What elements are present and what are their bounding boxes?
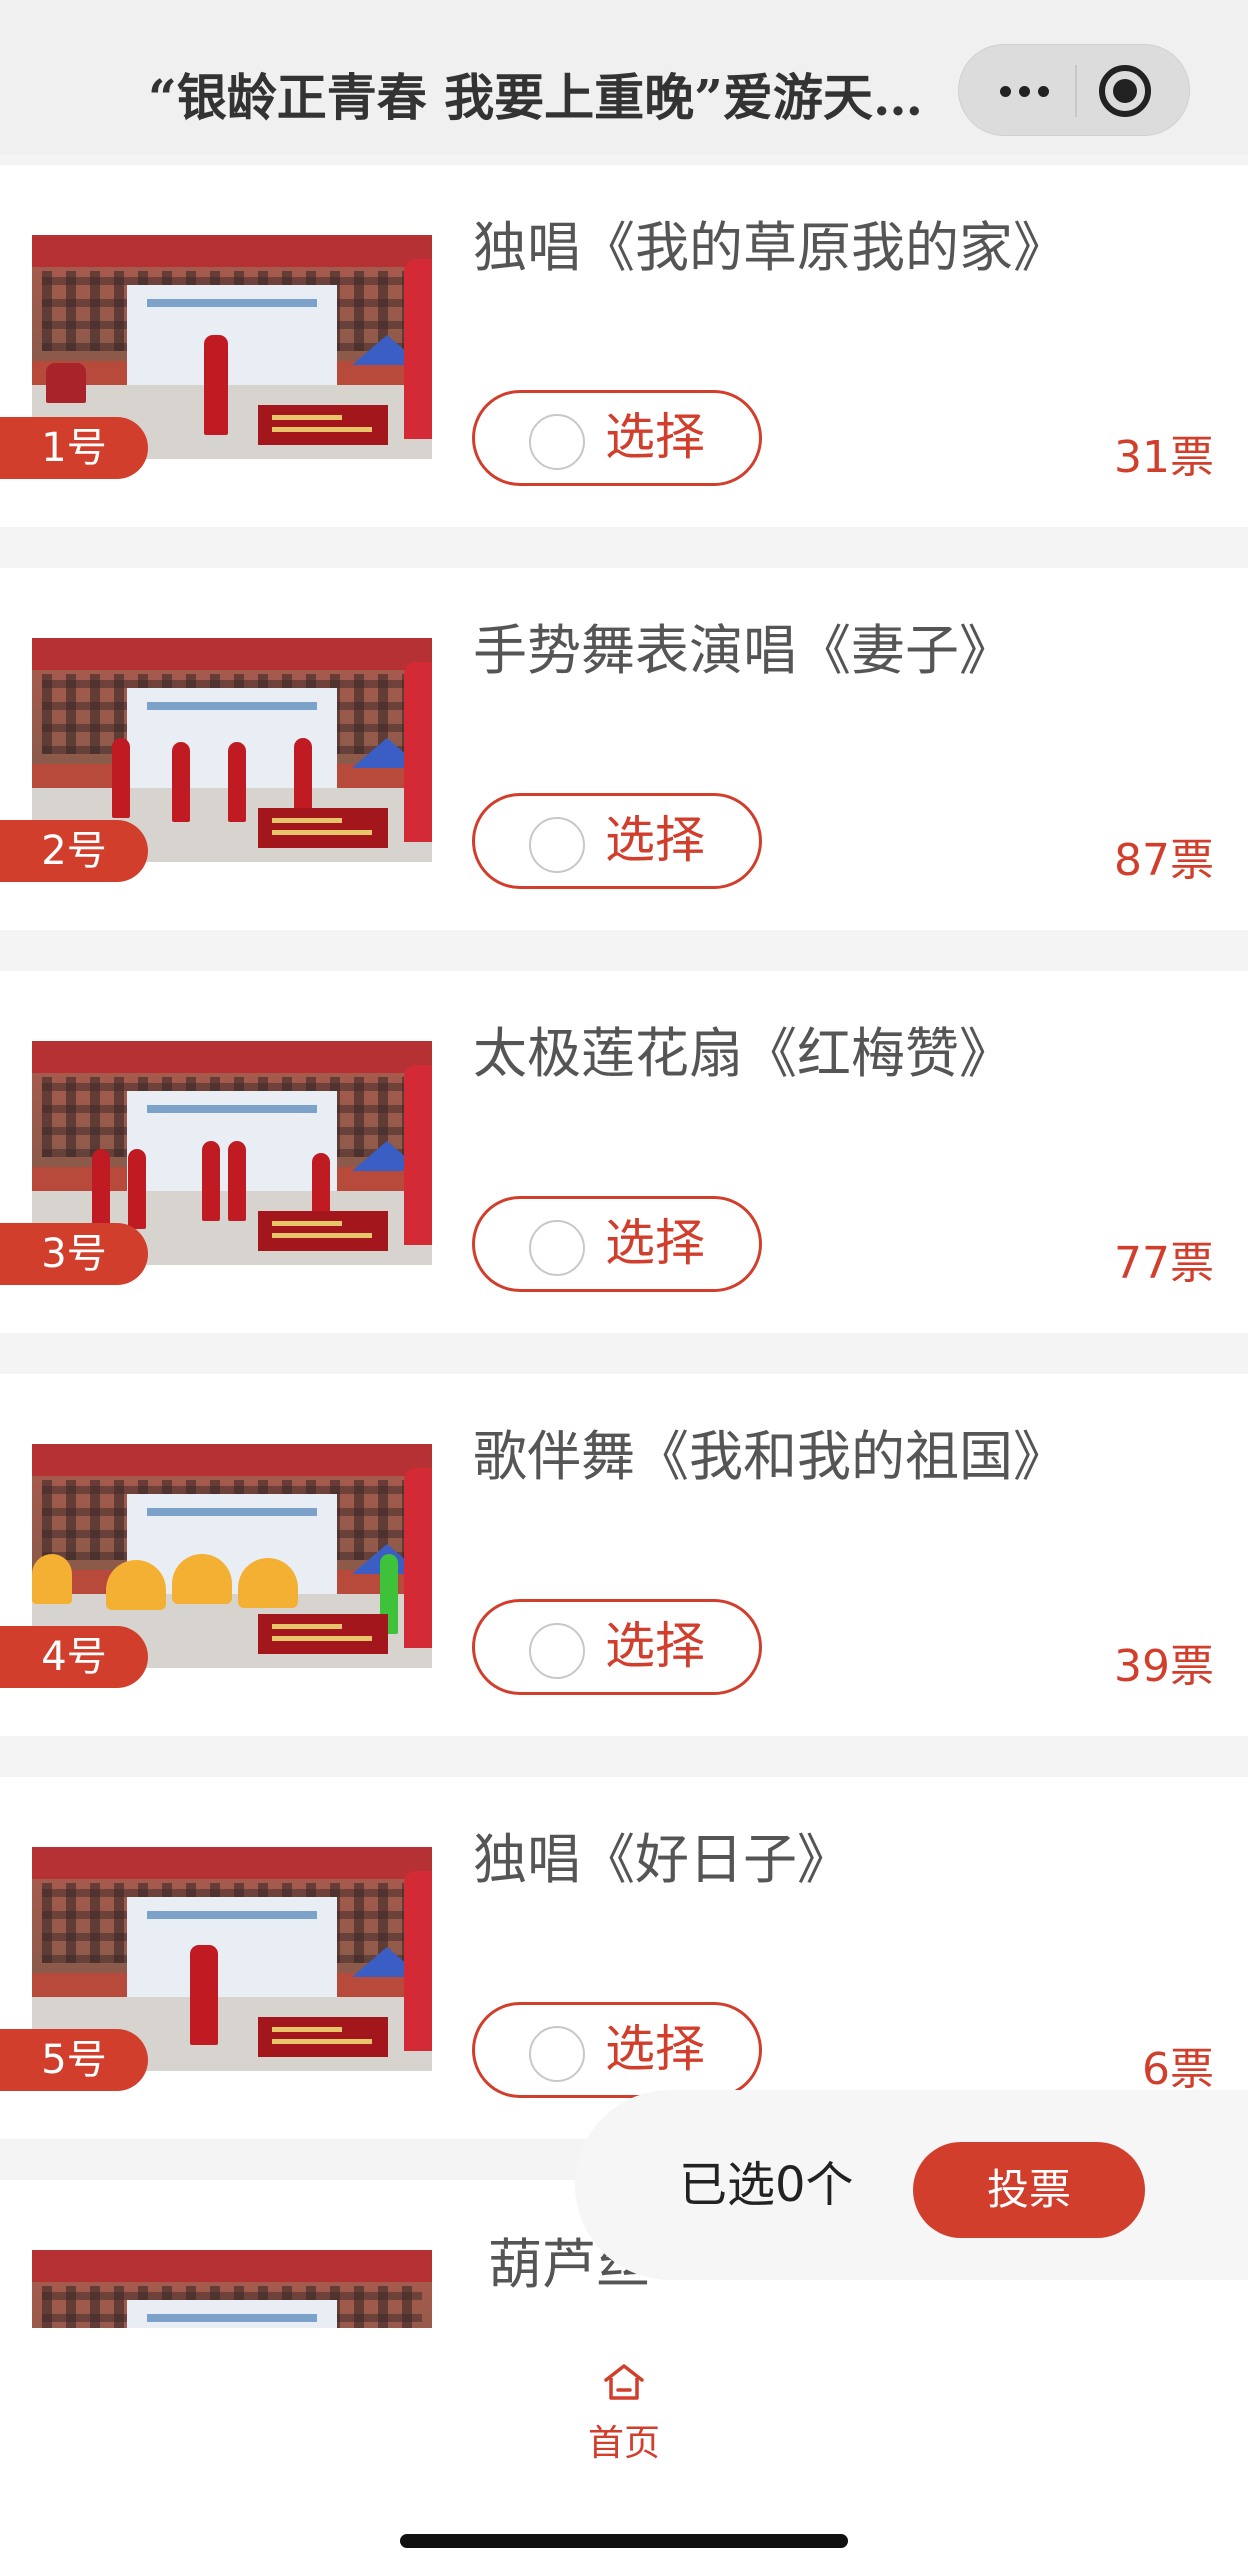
capsule-divider bbox=[1075, 65, 1077, 117]
radio-circle-icon bbox=[529, 2026, 585, 2082]
entry-number-badge: 4号 bbox=[0, 1626, 148, 1688]
vote-count: 77票 bbox=[1114, 1238, 1214, 1289]
entry-title: 手势舞表演唱《妻子》 bbox=[473, 619, 1013, 682]
vote-button[interactable]: 投票 bbox=[913, 2142, 1145, 2238]
tab-home-label: 首页 bbox=[587, 2423, 660, 2464]
entry-number-badge: 5号 bbox=[0, 2029, 148, 2091]
vote-count: 31票 bbox=[1114, 432, 1214, 483]
entry-card: 1号 独唱《我的草原我的家》 选择 31票 bbox=[0, 165, 1248, 527]
vote-count: 87票 bbox=[1114, 835, 1214, 886]
selected-count: 已选0个 bbox=[679, 2157, 854, 2213]
home-icon bbox=[604, 2364, 644, 2400]
vote-count: 39票 bbox=[1114, 1641, 1214, 1692]
entry-card: 5号 独唱《好日子》 选择 6票 bbox=[0, 1777, 1248, 2139]
entry-title: 歌伴舞《我和我的祖国》 bbox=[473, 1425, 1067, 1488]
select-label: 选择 bbox=[605, 1617, 705, 1675]
tab-home[interactable]: 首页 bbox=[574, 2348, 674, 2478]
page-title: “银龄正青春 我要上重晚”爱游天下·2024第二届全国文艺汇演 bbox=[148, 68, 938, 127]
close-mini-program-icon[interactable] bbox=[1099, 65, 1151, 117]
select-button[interactable]: 选择 bbox=[472, 390, 762, 486]
home-indicator[interactable] bbox=[400, 2534, 848, 2548]
entry-title: 独唱《我的草原我的家》 bbox=[473, 216, 1067, 279]
radio-circle-icon bbox=[529, 1623, 585, 1679]
vote-count: 6票 bbox=[1142, 2044, 1214, 2095]
more-options-icon[interactable] bbox=[989, 45, 1059, 137]
entry-thumbnail[interactable] bbox=[32, 2250, 432, 2328]
select-button[interactable]: 选择 bbox=[472, 1196, 762, 1292]
voting-page: “银龄正青春 我要上重晚”爱游天下·2024第二届全国文艺汇演 1号 独唱《我的… bbox=[0, 0, 1248, 2563]
select-label: 选择 bbox=[605, 811, 705, 869]
select-label: 选择 bbox=[605, 2020, 705, 2078]
mini-program-capsule bbox=[958, 44, 1190, 136]
entry-card: 3号 太极莲花扇《红梅赞》 选择 77票 bbox=[0, 971, 1248, 1333]
entry-number-badge: 1号 bbox=[0, 417, 148, 479]
radio-circle-icon bbox=[529, 817, 585, 873]
radio-circle-icon bbox=[529, 1220, 585, 1276]
entry-number-badge: 3号 bbox=[0, 1223, 148, 1285]
select-button[interactable]: 选择 bbox=[472, 1599, 762, 1695]
entry-number-badge: 2号 bbox=[0, 820, 148, 882]
select-label: 选择 bbox=[605, 408, 705, 466]
bottom-tab-bar: 首页 bbox=[0, 2328, 1248, 2563]
entry-title: 独唱《好日子》 bbox=[473, 1828, 851, 1891]
vote-bar: 已选0个 投票 bbox=[575, 2090, 1248, 2280]
entry-card: 4号 歌伴舞《我和我的祖国》 选择 39票 bbox=[0, 1374, 1248, 1736]
entry-card: 2号 手势舞表演唱《妻子》 选择 87票 bbox=[0, 568, 1248, 930]
select-label: 选择 bbox=[605, 1214, 705, 1272]
select-button[interactable]: 选择 bbox=[472, 793, 762, 889]
radio-circle-icon bbox=[529, 414, 585, 470]
entry-title: 太极莲花扇《红梅赞》 bbox=[473, 1022, 1013, 1085]
select-button[interactable]: 选择 bbox=[472, 2002, 762, 2098]
top-navigation-bar: “银龄正青春 我要上重晚”爱游天下·2024第二届全国文艺汇演 bbox=[0, 0, 1248, 155]
